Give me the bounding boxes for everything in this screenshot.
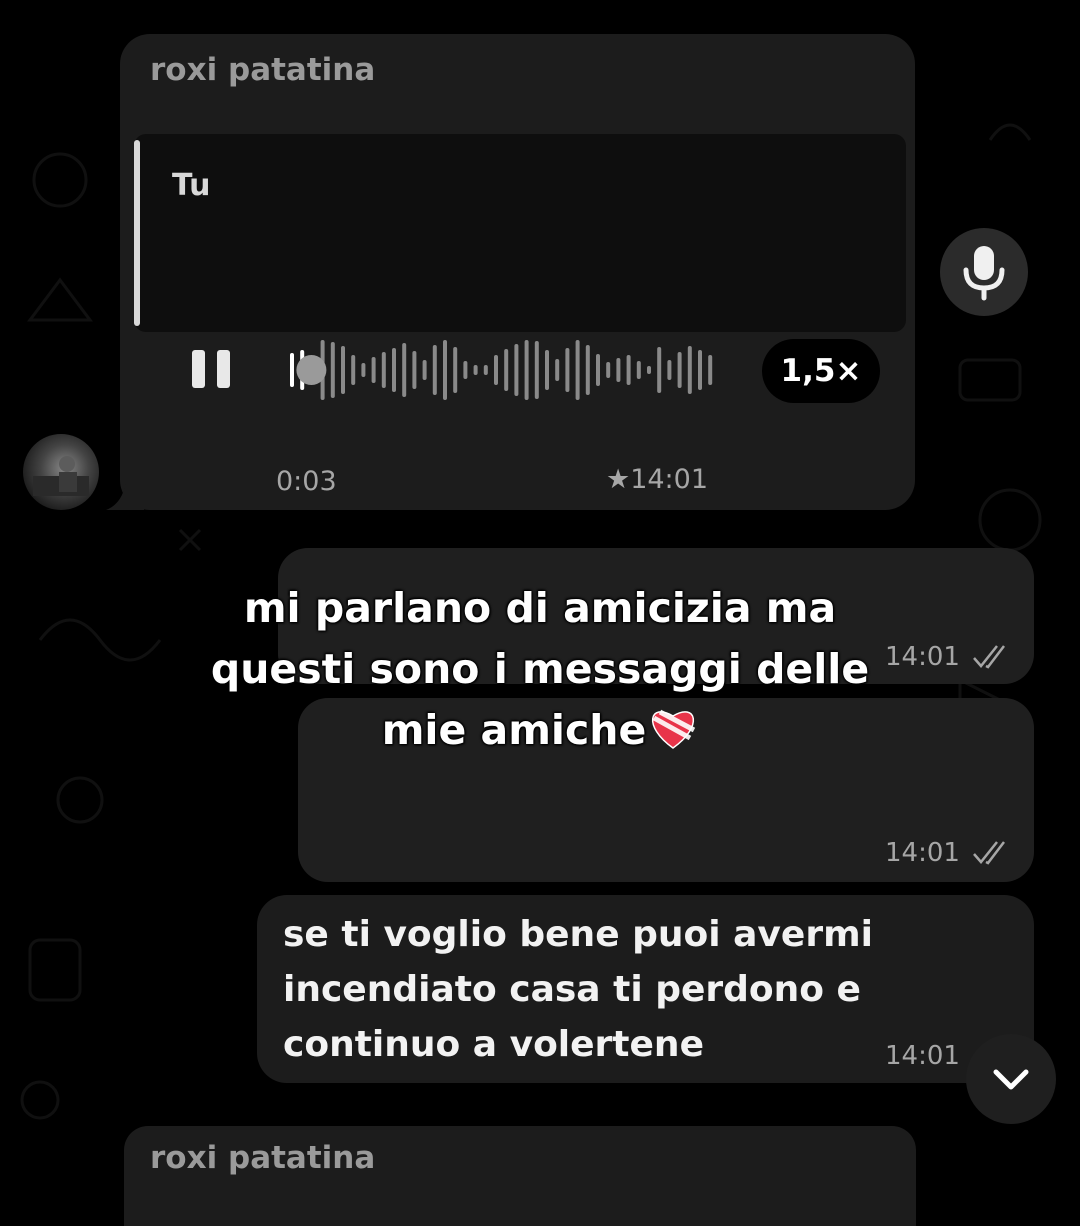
waveform-bar [463,361,468,379]
pause-button[interactable] [190,346,236,392]
reply-quote[interactable]: Tu [134,134,906,332]
scroll-down-button[interactable] [966,1034,1056,1124]
waveform-bar [483,365,488,375]
waveform-bar [677,352,682,388]
waveform-bar [647,366,651,374]
playback-head[interactable] [296,355,327,385]
microphone-icon [963,246,1005,301]
double-check-icon [973,645,1005,669]
audio-waveform[interactable] [285,334,725,406]
waveform-bar [371,357,376,383]
sender-name: roxi patatina [150,1140,376,1176]
waveform-bar [585,345,590,395]
caption-line: mi parlano di amicizia ma [243,584,837,632]
voice-message-bubble[interactable]: roxi patatina Tu 1,5× 0:03 ★14:01 [120,34,915,510]
pause-icon-bar [217,350,230,388]
waveform-bar [636,361,641,379]
waveform-bar [616,358,621,382]
avatar[interactable] [23,434,99,510]
quote-bar [134,140,140,326]
waveform-bar [514,344,519,396]
waveform-bar [606,362,611,378]
caption-line: mie amiche [381,706,647,754]
voice-duration: 0:03 [276,466,337,497]
avatar-photo [33,456,89,496]
waveform-bar [698,350,702,390]
waveform-bar [392,348,396,392]
pause-icon [192,350,205,388]
message-time: ★14:01 [606,464,709,495]
waveform-bar [555,359,560,381]
waveform-bar [351,355,356,385]
sender-name: roxi patatina [150,52,376,88]
waveform-bar [534,341,539,399]
waveform-bar [330,342,335,398]
message-line: continuo a volertene [283,1024,704,1065]
waveform-bar [565,348,570,392]
double-check-icon [973,841,1005,865]
waveform-bar [657,347,662,393]
caption-line-3: mie amiche [150,700,930,761]
waveform-bar [443,340,447,400]
message-text: se ti voglio bene puoi avermi incendiato… [283,907,923,1072]
waveform-bar [575,340,580,400]
playback-speed-button[interactable]: 1,5× [762,339,880,403]
waveform-bar [341,346,345,394]
microphone-button[interactable] [940,228,1028,316]
bandaged-heart-icon [652,709,696,749]
waveform-bar [402,343,407,397]
overlay-caption: mi parlano di amicizia ma questi sono i … [150,578,930,761]
caption-line: questi sono i messaggi delle [210,645,870,693]
waveform-bar [626,355,631,385]
waveform-bar [412,351,417,389]
message-time: 14:01 [885,1041,960,1071]
message-line: incendiato casa ti perdono e [283,969,861,1010]
incoming-message[interactable]: roxi patatina [124,1126,916,1226]
waveform-bar [290,353,294,387]
waveform-bar [494,355,498,385]
waveform-bar [687,346,692,394]
waveform-bar [422,360,427,380]
waveform-bar [596,354,600,386]
chevron-down-icon [993,1069,1029,1090]
waveform-bar [473,365,478,375]
waveform-bar [708,355,713,385]
message-line: se ti voglio bene puoi avermi [283,914,873,955]
waveform-bar [361,363,366,377]
bubble-tail [106,482,144,510]
waveform-bar [545,350,549,390]
waveform-bar [667,360,672,380]
message-time: 14:01 [885,838,960,868]
waveform-bar [504,349,509,391]
waveform-bar [524,340,529,400]
waveform-bar [432,345,437,395]
incoming-message[interactable]: se ti voglio bene puoi avermi incendiato… [257,895,1034,1083]
waveform-bar [453,347,458,393]
waveform-bar [381,352,386,388]
quote-author: Tu [172,168,211,203]
